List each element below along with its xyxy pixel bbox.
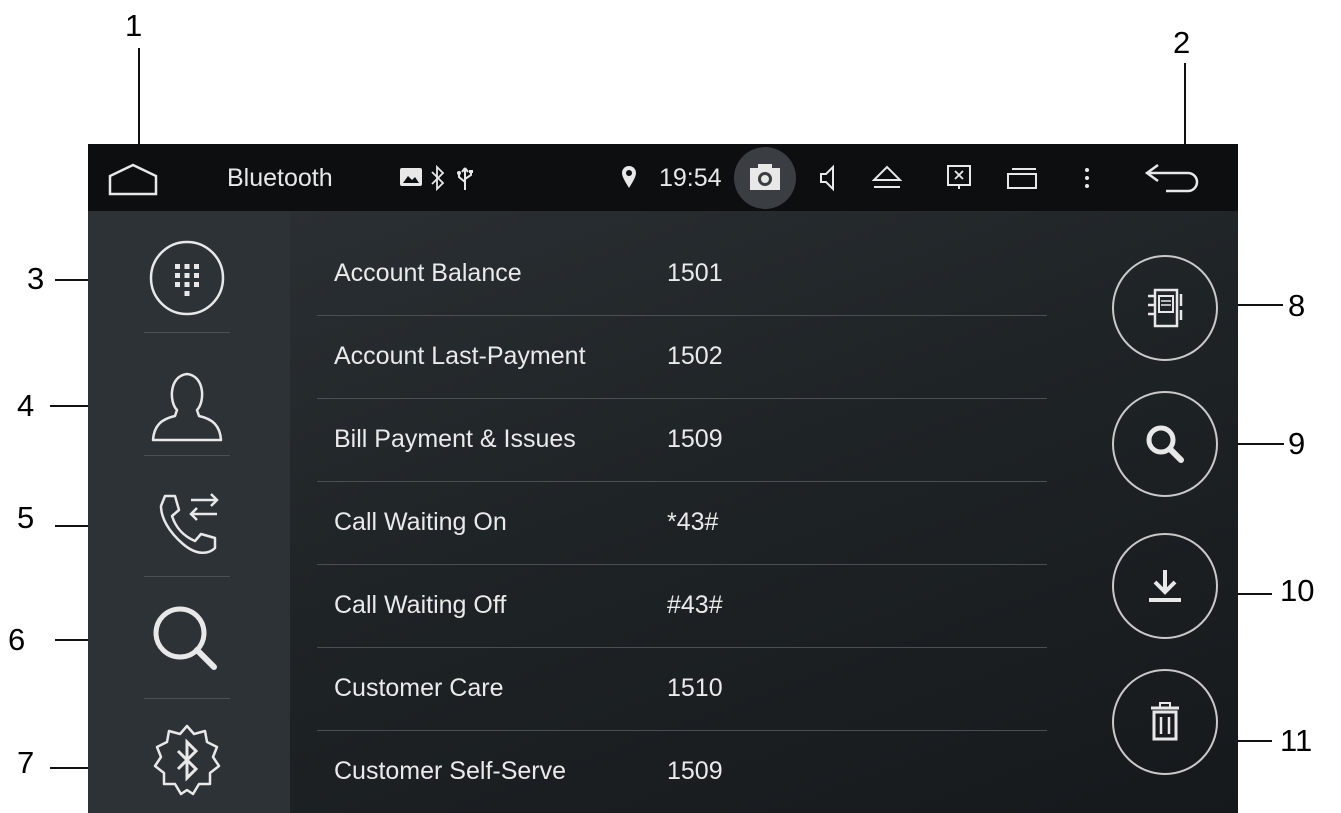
search-contacts-button[interactable] — [1112, 391, 1218, 497]
download-phonebook-button[interactable] — [1112, 533, 1218, 639]
usb-icon — [456, 164, 474, 197]
sidebar-divider — [144, 332, 230, 333]
list-item[interactable]: Call Waiting On *43# — [317, 482, 1047, 565]
dialpad-button[interactable] — [144, 235, 230, 321]
contact-number: 1509 — [667, 425, 723, 453]
call-log-button[interactable] — [144, 483, 230, 569]
camera-icon[interactable] — [733, 146, 797, 215]
contacts-icon — [151, 372, 223, 442]
search-icon — [1146, 425, 1184, 463]
contact-number: *43# — [667, 508, 719, 536]
sidebar — [88, 211, 290, 813]
callout-9: 9 — [1288, 426, 1306, 461]
app-title: Bluetooth — [227, 164, 333, 192]
contact-number: 1502 — [667, 342, 723, 370]
contact-number: 1510 — [667, 674, 723, 702]
list-item[interactable]: Customer Care 1510 — [317, 648, 1047, 731]
list-item[interactable]: Account Balance 1501 — [317, 233, 1047, 316]
callout-1: 1 — [125, 8, 143, 43]
image-icon — [400, 168, 422, 191]
callout-6: 6 — [8, 622, 26, 657]
bluetooth-settings-button[interactable] — [144, 717, 230, 803]
screen-off-icon[interactable] — [946, 164, 972, 195]
contact-name: Account Balance — [334, 259, 522, 287]
back-icon[interactable] — [1144, 162, 1204, 199]
callout-3: 3 — [27, 261, 45, 296]
bluetooth-icon — [428, 164, 448, 197]
location-icon — [620, 164, 638, 195]
home-icon[interactable] — [108, 162, 158, 201]
call-log-icon — [159, 493, 219, 554]
status-bar: Bluetooth 19:54 — [88, 144, 1238, 211]
dialpad-icon — [149, 240, 225, 316]
callout-4: 4 — [17, 388, 35, 423]
sync-phonebook-icon — [1148, 288, 1183, 328]
volume-icon[interactable] — [818, 164, 838, 197]
callout-8: 8 — [1288, 288, 1306, 323]
delete-button[interactable] — [1112, 669, 1218, 775]
contact-list: Account Balance 1501 Account Last-Paymen… — [290, 211, 1238, 813]
sidebar-divider — [144, 455, 230, 456]
contact-name: Call Waiting Off — [334, 591, 507, 619]
callout-5: 5 — [17, 500, 35, 535]
delete-icon — [1151, 702, 1179, 741]
multitask-icon[interactable] — [1006, 166, 1038, 195]
contact-name: Call Waiting On — [334, 508, 507, 536]
callout-2: 2 — [1173, 25, 1191, 60]
clock: 19:54 — [659, 164, 722, 192]
sidebar-divider — [144, 576, 230, 577]
bluetooth-settings-icon — [153, 724, 221, 796]
callout-7: 7 — [17, 745, 35, 780]
eject-icon[interactable] — [871, 164, 903, 195]
list-item[interactable]: Bill Payment & Issues 1509 — [317, 399, 1047, 482]
contact-name: Customer Self-Serve — [334, 757, 567, 785]
contact-name: Customer Care — [334, 674, 504, 702]
list-item[interactable]: Call Waiting Off #43# — [317, 565, 1047, 648]
contact-number: 1509 — [667, 757, 723, 785]
sidebar-divider — [144, 698, 230, 699]
contacts-button[interactable] — [144, 363, 230, 449]
list-item[interactable]: Account Last-Payment 1502 — [317, 316, 1047, 399]
list-item[interactable]: Customer Self-Serve 1509 — [317, 731, 1047, 813]
sync-phonebook-button[interactable] — [1112, 255, 1218, 361]
callout-10: 10 — [1280, 573, 1315, 608]
search-button[interactable] — [144, 597, 230, 683]
contact-name: Bill Payment & Issues — [334, 425, 576, 453]
contact-name: Account Last-Payment — [334, 342, 586, 370]
contact-number: #43# — [667, 591, 723, 619]
search-icon — [153, 606, 217, 670]
download-icon — [1149, 570, 1181, 602]
head-unit-screen: Bluetooth 19:54 Account Balance 1501 Acc… — [88, 144, 1238, 813]
more-icon[interactable] — [1083, 166, 1091, 195]
contact-number: 1501 — [667, 259, 723, 287]
callout-11: 11 — [1280, 723, 1313, 758]
